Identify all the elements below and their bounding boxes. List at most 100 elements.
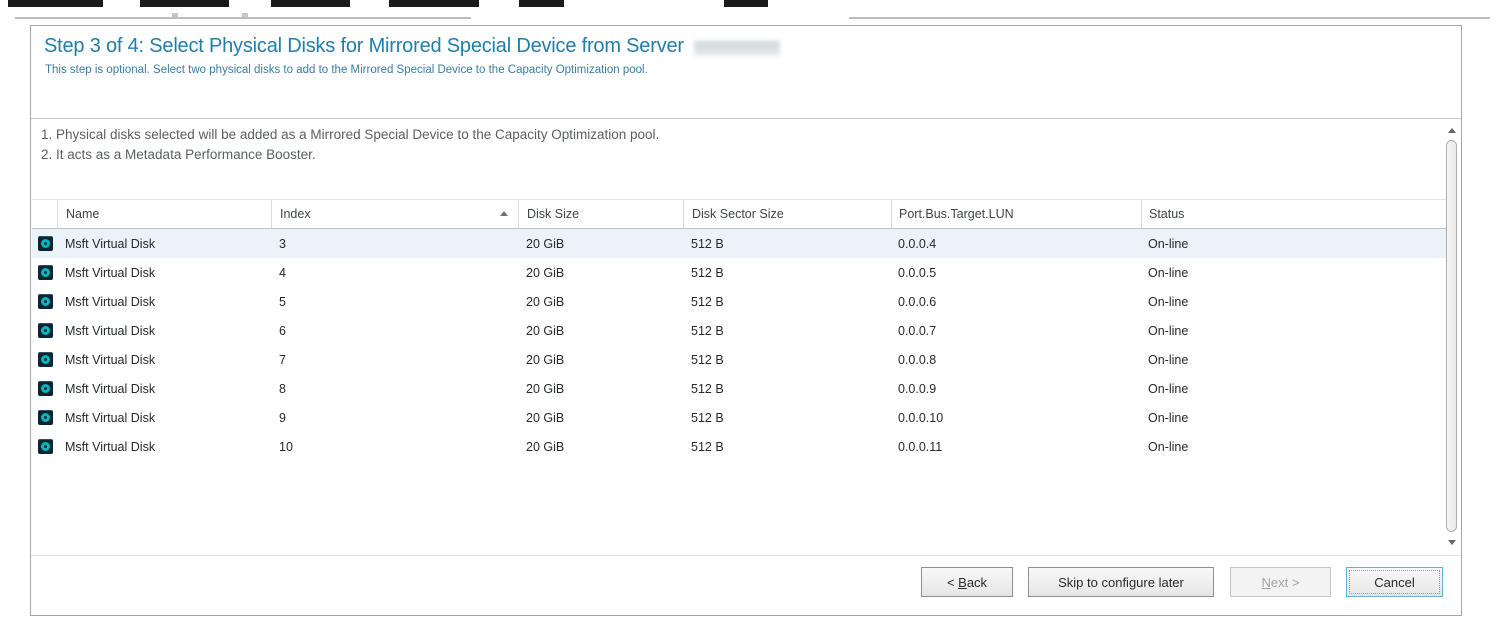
- cell-disk-size: 20 GiB: [518, 316, 683, 345]
- cell-index: 3: [271, 229, 518, 258]
- chevron-down-icon: [1448, 540, 1456, 545]
- redacted-top-bar: [389, 0, 479, 7]
- cell-index: 7: [271, 345, 518, 374]
- page-subtitle: This step is optional. Select two physic…: [31, 58, 1461, 76]
- skip-to-configure-later-button[interactable]: Skip to configure later: [1028, 567, 1214, 597]
- table-row[interactable]: Msft Virtual Disk 4 20 GiB 512 B 0.0.0.5…: [32, 258, 1447, 287]
- cell-port-bus-target-lun: 0.0.0.11: [891, 432, 1141, 461]
- disk-icon: [38, 265, 53, 280]
- table-row[interactable]: Msft Virtual Disk 8 20 GiB 512 B 0.0.0.9…: [32, 374, 1447, 403]
- cell-disk-sector-size: 512 B: [683, 432, 891, 461]
- cell-port-bus-target-lun: 0.0.0.10: [891, 403, 1141, 432]
- cell-disk-sector-size: 512 B: [683, 345, 891, 374]
- redacted-top-bar: [271, 0, 350, 7]
- cell-name: Msft Virtual Disk: [57, 345, 271, 374]
- wizard-header: Step 3 of 4: Select Physical Disks for M…: [31, 26, 1461, 117]
- cancel-button[interactable]: Cancel: [1346, 567, 1443, 597]
- scroll-up-button[interactable]: [1445, 124, 1458, 136]
- scrollbar-thumb[interactable]: [1446, 140, 1457, 532]
- disk-icon-ring: [41, 413, 50, 422]
- disk-icon: [38, 439, 53, 454]
- table-row[interactable]: Msft Virtual Disk 6 20 GiB 512 B 0.0.0.7…: [32, 316, 1447, 345]
- disk-table: Name Index Disk Size Disk Sector Size Po…: [32, 199, 1447, 461]
- column-header-label: Port.Bus.Target.LUN: [899, 207, 1014, 221]
- disk-icon: [38, 236, 53, 251]
- content-panel: 1. Physical disks selected will be added…: [31, 118, 1461, 554]
- cell-status: On-line: [1141, 345, 1447, 374]
- disk-icon: [38, 410, 53, 425]
- scroll-down-button[interactable]: [1445, 536, 1458, 548]
- window-edge-tick: [242, 13, 248, 17]
- table-body: Msft Virtual Disk 3 20 GiB 512 B 0.0.0.4…: [32, 229, 1447, 461]
- column-header-label: Disk Sector Size: [692, 207, 784, 221]
- cell-status: On-line: [1141, 316, 1447, 345]
- column-header-label: Status: [1149, 207, 1184, 221]
- disk-icon-ring: [41, 268, 50, 277]
- cell-index: 6: [271, 316, 518, 345]
- column-header-label: Name: [66, 207, 99, 221]
- redacted-top-bar: [8, 0, 103, 7]
- wizard-dialog: Step 3 of 4: Select Physical Disks for M…: [30, 25, 1462, 616]
- cell-index: 5: [271, 287, 518, 316]
- cell-name: Msft Virtual Disk: [57, 258, 271, 287]
- cell-disk-size: 20 GiB: [518, 229, 683, 258]
- cell-name: Msft Virtual Disk: [57, 316, 271, 345]
- cell-name: Msft Virtual Disk: [57, 432, 271, 461]
- cell-name: Msft Virtual Disk: [57, 403, 271, 432]
- table-row[interactable]: Msft Virtual Disk 7 20 GiB 512 B 0.0.0.8…: [32, 345, 1447, 374]
- cell-status: On-line: [1141, 229, 1447, 258]
- page-title: Step 3 of 4: Select Physical Disks for M…: [44, 35, 684, 58]
- column-header-name[interactable]: Name: [57, 200, 271, 228]
- cell-index: 4: [271, 258, 518, 287]
- column-header-status[interactable]: Status: [1141, 200, 1447, 228]
- redacted-server-name: [694, 41, 780, 56]
- column-header-port-bus-target-lun[interactable]: Port.Bus.Target.LUN: [891, 200, 1141, 228]
- cell-disk-sector-size: 512 B: [683, 229, 891, 258]
- disk-icon: [38, 294, 53, 309]
- vertical-scrollbar[interactable]: [1445, 121, 1458, 551]
- cell-status: On-line: [1141, 403, 1447, 432]
- column-header-disk-size[interactable]: Disk Size: [518, 200, 683, 228]
- disk-icon-ring: [41, 297, 50, 306]
- window-edge-line: [849, 17, 1490, 19]
- instruction-line-2: 2. It acts as a Metadata Performance Boo…: [41, 145, 659, 165]
- cell-disk-size: 20 GiB: [518, 258, 683, 287]
- instructions: 1. Physical disks selected will be added…: [41, 125, 659, 165]
- disk-icon-ring: [41, 326, 50, 335]
- column-header-disk-sector-size[interactable]: Disk Sector Size: [683, 200, 891, 228]
- window-edge-line: [15, 17, 471, 19]
- cell-port-bus-target-lun: 0.0.0.6: [891, 287, 1141, 316]
- table-row[interactable]: Msft Virtual Disk 3 20 GiB 512 B 0.0.0.4…: [32, 229, 1447, 258]
- footer-divider: [31, 555, 1461, 556]
- cell-port-bus-target-lun: 0.0.0.8: [891, 345, 1141, 374]
- redacted-top-bar: [519, 0, 564, 7]
- redacted-top-bar: [140, 0, 229, 7]
- cell-disk-sector-size: 512 B: [683, 258, 891, 287]
- column-header-label: Index: [280, 207, 311, 221]
- cell-disk-size: 20 GiB: [518, 287, 683, 316]
- window-edge-tick: [172, 13, 178, 17]
- column-header-icon: [32, 200, 57, 228]
- cell-disk-size: 20 GiB: [518, 374, 683, 403]
- cell-port-bus-target-lun: 0.0.0.5: [891, 258, 1141, 287]
- next-button[interactable]: Next >: [1230, 567, 1331, 597]
- table-row[interactable]: Msft Virtual Disk 5 20 GiB 512 B 0.0.0.6…: [32, 287, 1447, 316]
- cell-port-bus-target-lun: 0.0.0.9: [891, 374, 1141, 403]
- disk-icon-ring: [41, 384, 50, 393]
- cell-status: On-line: [1141, 287, 1447, 316]
- cell-disk-size: 20 GiB: [518, 403, 683, 432]
- cell-name: Msft Virtual Disk: [57, 374, 271, 403]
- cell-status: On-line: [1141, 258, 1447, 287]
- disk-icon-ring: [41, 239, 50, 248]
- table-row[interactable]: Msft Virtual Disk 10 20 GiB 512 B 0.0.0.…: [32, 432, 1447, 461]
- table-row[interactable]: Msft Virtual Disk 9 20 GiB 512 B 0.0.0.1…: [32, 403, 1447, 432]
- cell-disk-sector-size: 512 B: [683, 403, 891, 432]
- column-header-index[interactable]: Index: [271, 200, 518, 228]
- back-button[interactable]: < Back: [921, 567, 1013, 597]
- cell-port-bus-target-lun: 0.0.0.7: [891, 316, 1141, 345]
- table-header-row: Name Index Disk Size Disk Sector Size Po…: [32, 199, 1447, 229]
- disk-icon-ring: [41, 442, 50, 451]
- cell-disk-sector-size: 512 B: [683, 287, 891, 316]
- disk-icon: [38, 381, 53, 396]
- cell-port-bus-target-lun: 0.0.0.4: [891, 229, 1141, 258]
